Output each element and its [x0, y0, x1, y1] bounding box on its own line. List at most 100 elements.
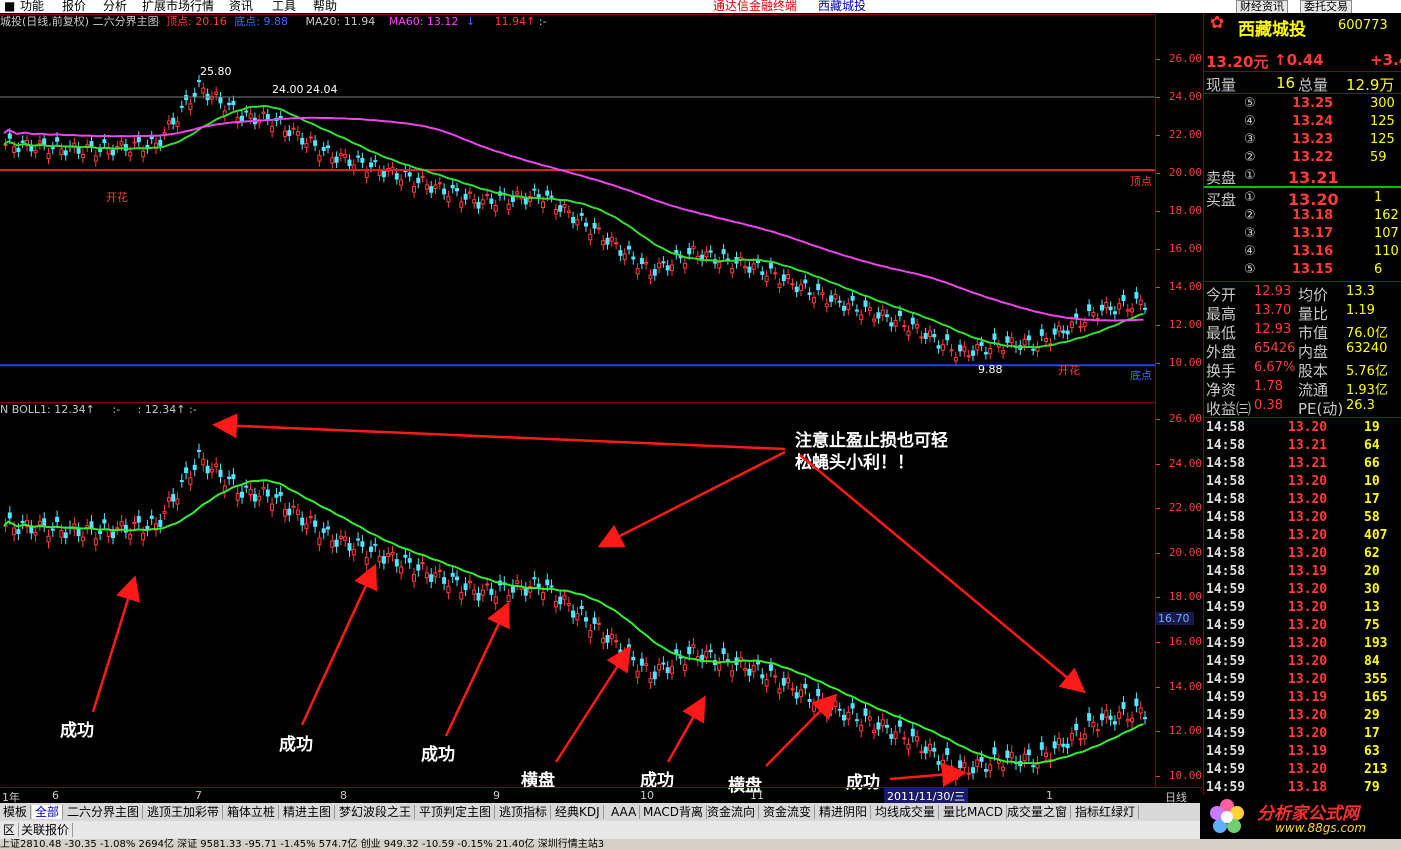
- menu-item-quote[interactable]: 报价: [62, 0, 86, 13]
- candle-body: [412, 574, 416, 582]
- gear-icon[interactable]: ✿: [1210, 13, 1224, 33]
- tab-region[interactable]: 区: [0, 823, 20, 837]
- candle-body: [493, 596, 498, 605]
- candle-body: [644, 663, 649, 667]
- candle-body: [1117, 711, 1122, 719]
- candle-body: [842, 714, 846, 721]
- candle-body: [936, 345, 941, 349]
- menu-item-analysis[interactable]: 分析: [103, 0, 127, 13]
- candle-body: [717, 261, 722, 269]
- main-chart-area[interactable]: 城投(日线,前复权) 二六分界主图 顶点: 20.16 底点: 9.88 MA2…: [0, 14, 1155, 403]
- sub-chart-area[interactable]: N BOLL1: 12.34↑ :- : 12.34↑ :-: [0, 402, 1155, 788]
- candle-body: [360, 541, 365, 547]
- candle-body: [790, 283, 795, 286]
- date-label-5: 9: [493, 789, 500, 802]
- tab-indicator[interactable]: 箱体立桩: [224, 805, 280, 819]
- candle-body: [820, 292, 825, 296]
- ask-row: ② 13.22 59: [1244, 150, 1387, 165]
- candle-body: [652, 671, 657, 680]
- menu-item-function[interactable]: 功能: [20, 0, 44, 13]
- candle-body: [472, 199, 477, 204]
- candle-body: [171, 117, 176, 125]
- candle-body: [506, 203, 511, 210]
- tab-indicator[interactable]: 模板: [0, 805, 32, 819]
- menu-item-tools[interactable]: 工具: [272, 0, 296, 13]
- tab-related-quote[interactable]: 关联报价: [18, 823, 74, 837]
- tab-indicator[interactable]: 资金流变: [760, 805, 816, 819]
- menu-item-help[interactable]: 帮助: [313, 0, 337, 13]
- tick-row: 14:58 13.20 19: [1206, 420, 1380, 435]
- candle-body: [932, 747, 937, 752]
- peak-label: 24.00: [272, 83, 304, 96]
- candle-body: [532, 188, 537, 191]
- tab-indicator[interactable]: 逃顶王加彩带: [144, 805, 224, 819]
- candle-body: [627, 245, 631, 250]
- watermark-logo: 分析家公式网 www.88gs.com: [1203, 795, 1401, 839]
- candle-body: [1022, 753, 1027, 762]
- menu-item-info[interactable]: 资讯: [229, 0, 253, 13]
- candle-body: [334, 156, 339, 163]
- tab-indicator[interactable]: 梦幻波段之王: [336, 805, 416, 819]
- tab-indicator[interactable]: 均线成交量: [872, 805, 940, 819]
- candle-body: [953, 774, 958, 780]
- candle-body: [794, 286, 799, 293]
- candle-body: [575, 219, 580, 226]
- candle-body: [721, 648, 726, 655]
- tab-indicator[interactable]: 全部: [32, 805, 64, 819]
- candle-body: [764, 275, 769, 283]
- candle-body: [781, 274, 786, 282]
- candle-body: [369, 162, 373, 168]
- candle-body: [248, 113, 253, 119]
- tab-indicator[interactable]: AAA: [608, 805, 641, 819]
- candle-body: [833, 293, 838, 300]
- trade-button[interactable]: 委托交易: [1300, 0, 1352, 14]
- candle-body: [687, 646, 692, 655]
- tick-row: 14:58 13.21 64: [1206, 438, 1380, 453]
- candle-body: [588, 233, 593, 241]
- stat-row: 外盘 65426 内盘 63240: [1206, 341, 1388, 361]
- finance-news-button[interactable]: 财经资讯: [1236, 0, 1288, 14]
- tab-indicator[interactable]: 逃顶指标: [496, 805, 552, 819]
- tick-row: 14:59 13.20 75: [1206, 618, 1380, 633]
- candle-body: [493, 204, 498, 212]
- candle-body: [880, 309, 885, 316]
- note-line-2: 松蝇头小利！！: [795, 453, 914, 473]
- success-label-3: 成功: [421, 745, 455, 765]
- tab-indicator[interactable]: 资金流向: [704, 805, 760, 819]
- menu-item-extended-market[interactable]: 扩展市场行情: [142, 0, 214, 13]
- candle-body: [579, 213, 584, 216]
- candle-body: [295, 131, 300, 136]
- candle-body: [356, 538, 361, 541]
- candle-body: [1057, 738, 1061, 746]
- tab-indicator[interactable]: 精进阴阳: [816, 805, 872, 819]
- candle-body: [842, 305, 846, 311]
- candle-body: [347, 159, 352, 167]
- tab-indicator[interactable]: MACD背离: [640, 805, 707, 819]
- candle-body: [308, 516, 313, 519]
- candle-body: [747, 266, 752, 273]
- tab-indicator[interactable]: 经典KDJ: [552, 805, 604, 819]
- candle-body: [343, 536, 348, 541]
- candle-body: [648, 678, 653, 683]
- tab-indicator[interactable]: 平顶判定主图: [416, 805, 496, 819]
- tab-indicator[interactable]: 指标红绿灯: [1072, 805, 1140, 819]
- candle-body: [601, 240, 606, 246]
- candle-body: [751, 664, 756, 673]
- menu-icon[interactable]: ■: [4, 0, 15, 13]
- tab-indicator[interactable]: 量比MACD: [940, 805, 1007, 819]
- candle-body: [661, 662, 666, 665]
- tab-indicator[interactable]: 成交量之窗: [1004, 805, 1072, 819]
- candle-body: [1117, 303, 1122, 310]
- candle-body: [76, 147, 81, 154]
- candle-body: [240, 115, 244, 122]
- candle-body: [132, 521, 137, 524]
- tab-indicator[interactable]: 精进主图: [280, 805, 336, 819]
- candle-body: [463, 193, 468, 200]
- candle-body: [274, 494, 279, 498]
- candle-body: [166, 497, 171, 502]
- candle-body: [394, 559, 399, 567]
- price-change: ↑0.44: [1274, 51, 1324, 69]
- tab-indicator[interactable]: 二六分界主图: [64, 805, 144, 819]
- candle-body: [424, 184, 429, 190]
- ask-row: ④ 13.24 125: [1244, 114, 1395, 129]
